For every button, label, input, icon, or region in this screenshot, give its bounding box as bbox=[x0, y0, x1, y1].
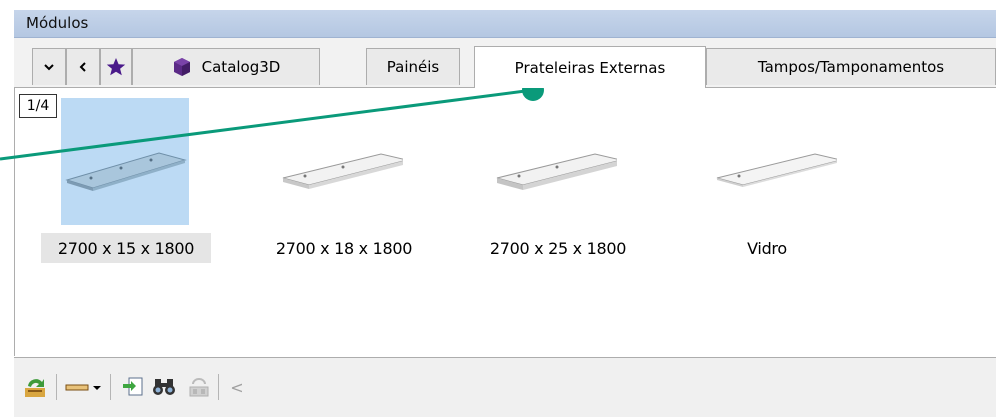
tab-tampos-tamponamentos[interactable]: Tampos/Tamponamentos bbox=[706, 48, 996, 85]
panel-title: Módulos bbox=[26, 14, 89, 32]
tab-catalog3d[interactable]: Catalog3D bbox=[132, 48, 320, 85]
bar-dropdown-icon bbox=[65, 384, 101, 391]
size-dropdown-button[interactable] bbox=[64, 372, 104, 402]
find-button[interactable] bbox=[150, 372, 180, 402]
arrange-icon bbox=[189, 378, 209, 397]
tab-label: Painéis bbox=[386, 58, 440, 76]
item-label: Vidro bbox=[747, 238, 787, 258]
scroll-left-button[interactable]: < bbox=[222, 372, 252, 402]
import-button[interactable] bbox=[118, 372, 148, 402]
tab-paineis[interactable]: Painéis bbox=[366, 48, 460, 85]
scroll-left-tab-button[interactable] bbox=[66, 48, 100, 85]
favorites-tab[interactable] bbox=[100, 48, 132, 85]
chevron-left-icon bbox=[79, 62, 86, 72]
module-gallery: 1/4 2700 x 15 x 1800 2700 x 18 x 1800 27… bbox=[14, 88, 996, 356]
item-label: 2700 x 18 x 1800 bbox=[275, 238, 413, 258]
shelf-glass-thumbnail bbox=[61, 98, 189, 225]
gallery-item[interactable]: 2700 x 25 x 1800 bbox=[467, 98, 667, 258]
import-icon bbox=[123, 377, 143, 396]
refresh-library-button[interactable] bbox=[20, 372, 50, 402]
tab-bar: Catalog3D Painéis Prateleiras Externas T… bbox=[14, 38, 996, 88]
toolbar-separator bbox=[56, 374, 57, 400]
gallery-item[interactable]: Vidro bbox=[689, 98, 889, 258]
gallery-item[interactable]: 2700 x 18 x 1800 bbox=[253, 98, 453, 258]
panel-title-bar: Módulos bbox=[14, 10, 996, 38]
chevron-down-icon bbox=[44, 64, 54, 71]
cube-icon bbox=[173, 58, 190, 76]
disabled-tool-button[interactable] bbox=[184, 372, 214, 402]
tab-prateleiras-externas[interactable]: Prateleiras Externas bbox=[474, 46, 706, 88]
shelf-glass-thumbnail bbox=[697, 98, 842, 225]
binoculars-icon bbox=[153, 379, 175, 395]
item-label: 2700 x 25 x 1800 bbox=[489, 238, 627, 258]
tab-label: Tampos/Tamponamentos bbox=[757, 58, 945, 76]
bottom-toolbar: < bbox=[14, 357, 996, 417]
shelf-thumbnail bbox=[263, 98, 408, 225]
shelf-thumbnail bbox=[477, 98, 622, 225]
toolbar-separator bbox=[218, 374, 219, 400]
dropdown-tab-button[interactable] bbox=[32, 48, 66, 85]
item-label: 2700 x 15 x 1800 bbox=[41, 233, 211, 263]
refresh-icon bbox=[25, 379, 45, 397]
tab-label: Prateleiras Externas bbox=[514, 58, 666, 77]
tab-label: Catalog3D bbox=[201, 58, 281, 76]
star-icon bbox=[106, 58, 126, 76]
toolbar-separator bbox=[110, 374, 111, 400]
gallery-item[interactable]: 2700 x 15 x 1800 bbox=[39, 98, 239, 263]
